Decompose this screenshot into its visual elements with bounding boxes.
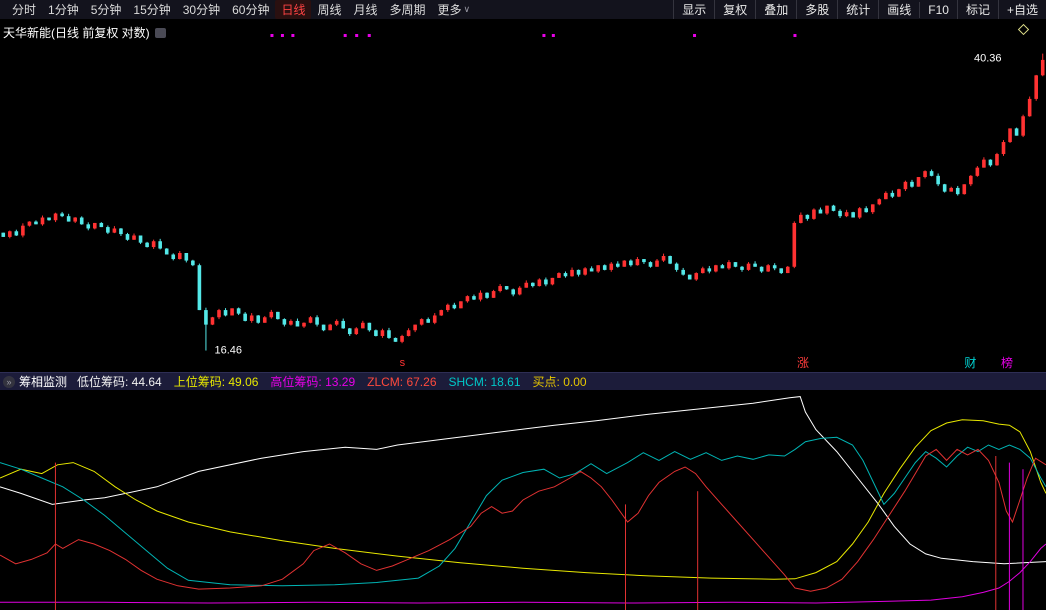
signal-dot [291, 34, 294, 37]
indicator-line-ZLCM [0, 449, 1046, 591]
signal-dot [693, 34, 696, 37]
indicator-chart[interactable] [0, 390, 1046, 610]
period-menu: 分时1分钟5分钟15分钟30分钟60分钟日线周线月线多周期更多∨ [0, 0, 470, 19]
period-item-60分钟[interactable]: 60分钟 [226, 0, 275, 19]
signal-dot [793, 34, 796, 37]
indicator-field: SHCM: 18.61 [449, 375, 521, 389]
signal-dot [281, 34, 284, 37]
stock-app-window: 分时1分钟5分钟15分钟30分钟60分钟日线周线月线多周期更多∨ 显示复权叠加多… [0, 0, 1046, 610]
indicator-line-低位筹码 [0, 397, 1046, 564]
diamond-marker-icon [1019, 25, 1029, 35]
indicator-field: 买点: 0.00 [533, 375, 587, 389]
indicator-header: » 筹相监测 低位筹码: 44.64 上位筹码: 49.06 高位筹码: 13.29… [0, 372, 1046, 390]
indicator-field: 高位筹码: 13.29 [270, 375, 355, 389]
signal-dot [355, 34, 358, 37]
chevron-down-icon: ∨ [464, 4, 471, 15]
indicator-chart-panel[interactable] [0, 390, 1046, 610]
period-item-5分钟[interactable]: 5分钟 [85, 0, 128, 19]
watermark-char: 榜 [1001, 355, 1013, 370]
tools-menu: 显示复权叠加多股统计画线F10标记+自选 [673, 0, 1046, 19]
tool-item-叠加[interactable]: 叠加 [755, 0, 796, 19]
high-price-label: 40.36 [974, 53, 1002, 65]
indicator-field: 上位筹码: 49.06 [174, 375, 259, 389]
signal-dot [552, 34, 555, 37]
tool-item-复权[interactable]: 复权 [714, 0, 755, 19]
signal-dot [368, 34, 371, 37]
indicator-line-高位筹码 [0, 544, 1046, 603]
period-item-日线[interactable]: 日线 [275, 0, 311, 19]
indicator-field: 低位筹码: 44.64 [77, 375, 162, 389]
period-item-1分钟[interactable]: 1分钟 [42, 0, 85, 19]
indicator-name[interactable]: 筹相监测 [19, 373, 67, 390]
signal-dot [344, 34, 347, 37]
candlestick-chart[interactable]: 16.46 40.36 s 涨 财 榜 [0, 20, 1046, 372]
period-item-30分钟[interactable]: 30分钟 [177, 0, 226, 19]
period-item-分时[interactable]: 分时 [6, 0, 42, 19]
s-signal-marker: s [400, 357, 406, 369]
tool-item-画线[interactable]: 画线 [878, 0, 919, 19]
tool-item-F10[interactable]: F10 [919, 2, 957, 18]
watermark-char: 财 [964, 356, 976, 370]
period-item-15分钟[interactable]: 15分钟 [127, 0, 176, 19]
panel-collapse-icon[interactable]: » [3, 376, 15, 388]
top-toolbar: 分时1分钟5分钟15分钟30分钟60分钟日线周线月线多周期更多∨ 显示复权叠加多… [0, 0, 1046, 20]
indicator-values: 低位筹码: 44.64 上位筹码: 49.06 高位筹码: 13.29 ZLCM: 6… [77, 373, 599, 390]
period-item-更多[interactable]: 更多 [432, 0, 468, 19]
period-item-多周期[interactable]: 多周期 [384, 0, 432, 19]
tool-item-标记[interactable]: 标记 [957, 0, 998, 19]
signal-dot [542, 34, 545, 37]
indicator-line-SHCM [0, 437, 1046, 586]
tool-item-+自选[interactable]: +自选 [998, 0, 1046, 19]
chart-title-text: 天华新能(日线 前复权 对数) [3, 24, 150, 41]
tool-item-统计[interactable]: 统计 [837, 0, 878, 19]
chart-title: 天华新能(日线 前复权 对数) [3, 24, 166, 41]
tool-item-多股[interactable]: 多股 [796, 0, 837, 19]
announcement-icon[interactable] [155, 28, 166, 38]
signal-dot [270, 34, 273, 37]
low-price-label: 16.46 [215, 345, 243, 357]
period-item-周线[interactable]: 周线 [311, 0, 347, 19]
period-item-月线[interactable]: 月线 [348, 0, 384, 19]
main-chart-panel[interactable]: 16.46 40.36 s 涨 财 榜 天华新能(日线 前复权 对数) [0, 20, 1046, 372]
watermark-char: 涨 [797, 355, 809, 370]
tool-item-显示[interactable]: 显示 [673, 0, 714, 19]
indicator-field: ZLCM: 67.26 [367, 375, 436, 389]
